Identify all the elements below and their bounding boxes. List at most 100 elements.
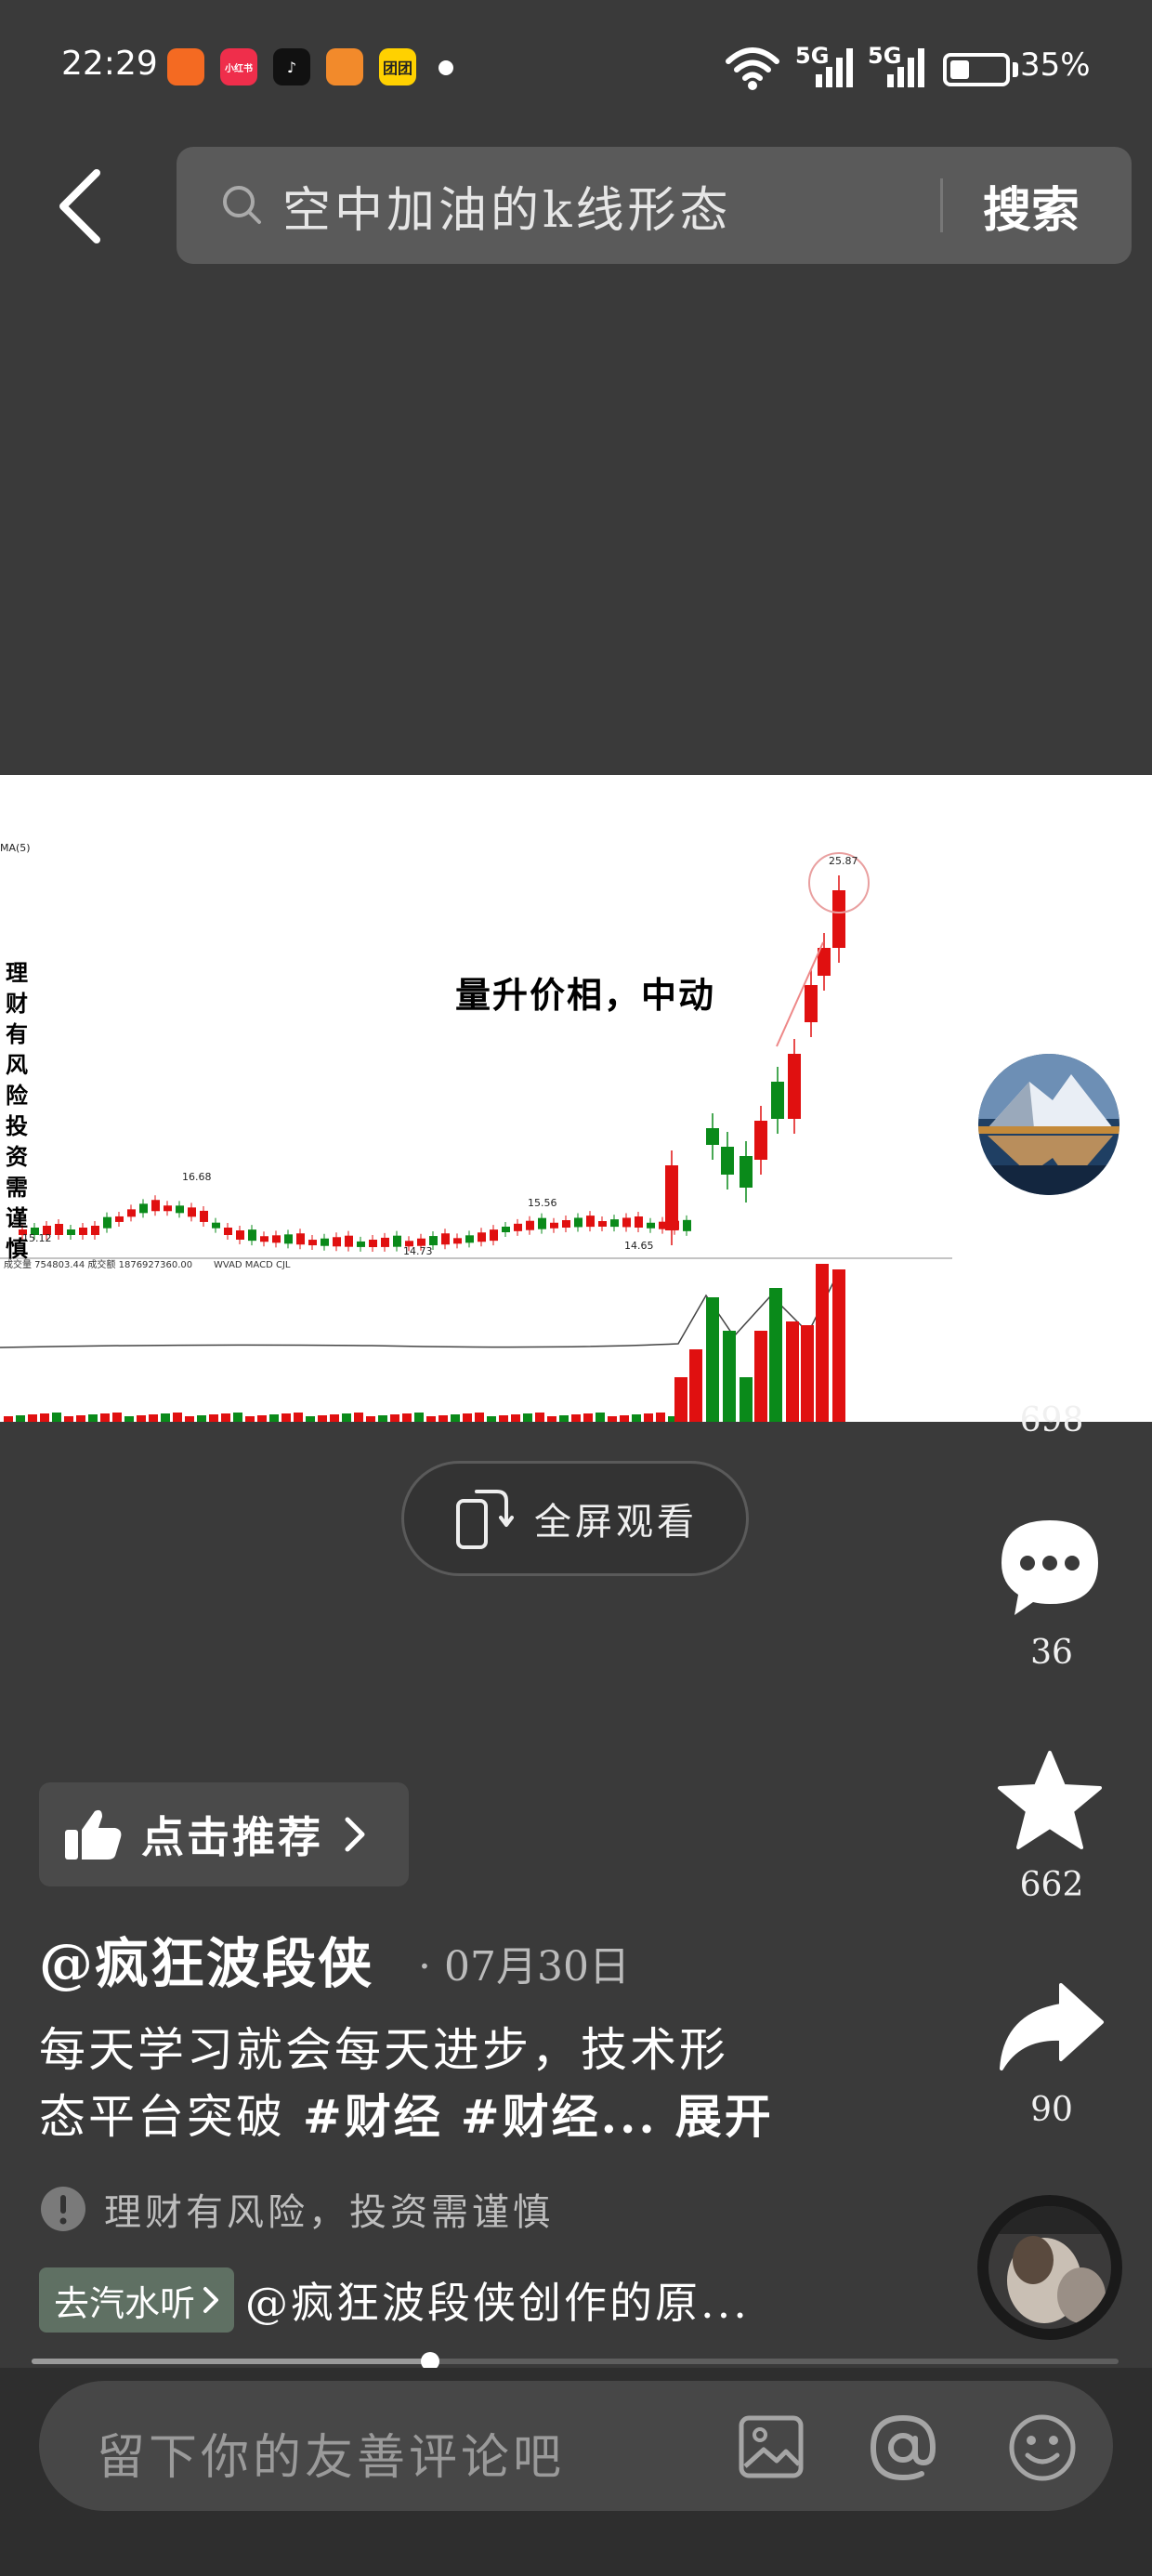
volume-bar [559, 1415, 569, 1422]
candle [345, 1235, 353, 1247]
search-divider [940, 178, 943, 232]
volume-bar [137, 1415, 146, 1422]
candle [308, 1240, 317, 1246]
comment-input[interactable]: 留下你的友善评论吧 [39, 2381, 1113, 2511]
fullscreen-button[interactable]: 全屏观看 [401, 1461, 749, 1576]
mention-icon[interactable] [868, 2412, 938, 2483]
candle [224, 1228, 232, 1235]
favorite-count: 662 [1019, 1866, 1084, 1904]
volume-bar [221, 1413, 230, 1422]
candle [333, 1237, 341, 1247]
volume-bar [620, 1415, 629, 1422]
volume-bar [76, 1415, 85, 1422]
volume-bar [294, 1413, 303, 1422]
volume-bar [632, 1414, 641, 1422]
candle [441, 1233, 450, 1245]
chevron-right-icon [345, 1817, 365, 1852]
clock: 22:29 [61, 45, 158, 83]
volume-bar [523, 1413, 532, 1422]
volume-bar [40, 1413, 49, 1422]
mid-high-label: 15.56 [528, 1197, 557, 1209]
volume-bar [740, 1377, 753, 1422]
candle [610, 1219, 619, 1228]
volume-bar [723, 1331, 736, 1422]
volume-bar [197, 1415, 206, 1422]
like-button[interactable] [998, 1288, 1106, 1385]
volume-bar [769, 1288, 782, 1422]
desc-line-2: 态平台突破 [39, 2090, 303, 2144]
listen-in-qishui-button[interactable]: 去汽水听 [39, 2267, 235, 2333]
volume-bar [487, 1416, 496, 1422]
candle [164, 1205, 172, 1212]
candle [754, 1121, 767, 1160]
hashtag-finance-2[interactable]: #财经... [461, 2089, 658, 2144]
volume-bar [366, 1416, 375, 1422]
video-caption: 量升价相，中动 [455, 975, 716, 1016]
music-title[interactable]: @疯狂波段侠创作的原... [245, 2269, 750, 2331]
volume-bar [402, 1413, 412, 1422]
like-count: 698 [1019, 1401, 1084, 1439]
candle [393, 1235, 401, 1247]
volume-bar [149, 1414, 158, 1422]
candle [67, 1229, 75, 1235]
volume-bar [269, 1414, 279, 1422]
image-icon[interactable] [738, 2414, 805, 2479]
tiktok-icon: ♪ [273, 48, 310, 85]
xiaohongshu-icon: 小红书 [220, 48, 257, 85]
candle [788, 1054, 801, 1119]
candle [490, 1229, 498, 1242]
recommend-button[interactable]: 点击推荐 [39, 1782, 409, 1886]
ma-legend-label: MA(5) [0, 842, 31, 854]
candle [55, 1224, 63, 1235]
share-count: 90 [1030, 2091, 1073, 2129]
candle [665, 1165, 678, 1230]
share-button[interactable] [996, 1979, 1107, 2072]
video-progress-bar[interactable] [32, 2352, 1119, 2371]
candle [832, 890, 845, 948]
candle [381, 1237, 389, 1247]
expand-button[interactable]: 展开 [675, 2089, 774, 2144]
back-arrow-icon [59, 169, 100, 243]
volume-bar [583, 1413, 593, 1422]
volume-bar [16, 1415, 25, 1422]
candle [272, 1235, 281, 1243]
creator-avatar[interactable] [978, 1054, 1119, 1195]
video-player[interactable]: 成交量 754803.44 成交额 1876927360.00 WVAD MACD… [0, 775, 1152, 1422]
candle [236, 1230, 244, 1240]
candle [622, 1217, 631, 1228]
candle [296, 1233, 305, 1245]
candle [103, 1216, 111, 1229]
search-icon [223, 186, 261, 224]
volume-bar [816, 1264, 829, 1422]
volume-bar [426, 1416, 436, 1422]
hashtag-finance-1[interactable]: #财经 [303, 2089, 443, 2144]
candle [212, 1222, 220, 1229]
search-bar[interactable]: 空中加油的k线形态 搜索 [177, 147, 1132, 264]
candle [721, 1147, 734, 1175]
notification-dot [439, 60, 453, 75]
warning-icon [41, 2187, 85, 2231]
volume-bar [52, 1413, 61, 1422]
candle [151, 1200, 160, 1212]
music-disc[interactable] [977, 2195, 1122, 2340]
progress-fill [32, 2359, 431, 2364]
back-button[interactable] [54, 167, 106, 245]
candle [139, 1203, 148, 1214]
author-name[interactable]: @疯狂波段侠 [39, 1920, 373, 1998]
candle [478, 1232, 486, 1242]
volume-bar [832, 1269, 845, 1422]
candle [683, 1219, 691, 1231]
candle [706, 1128, 719, 1145]
comment-button[interactable] [998, 1517, 1102, 1617]
candle [635, 1216, 643, 1229]
candle [176, 1205, 184, 1214]
search-input[interactable]: 空中加油的k线形态 [282, 171, 732, 241]
listen-label: 去汽水听 [54, 2282, 196, 2324]
volume-bar [786, 1321, 799, 1422]
volume-bar [161, 1413, 170, 1422]
volume-bar [281, 1413, 291, 1422]
search-button[interactable]: 搜索 [983, 171, 1080, 241]
favorite-button[interactable] [996, 1749, 1104, 1853]
battery-tip [1013, 62, 1018, 77]
emoji-icon[interactable] [1007, 2412, 1078, 2483]
